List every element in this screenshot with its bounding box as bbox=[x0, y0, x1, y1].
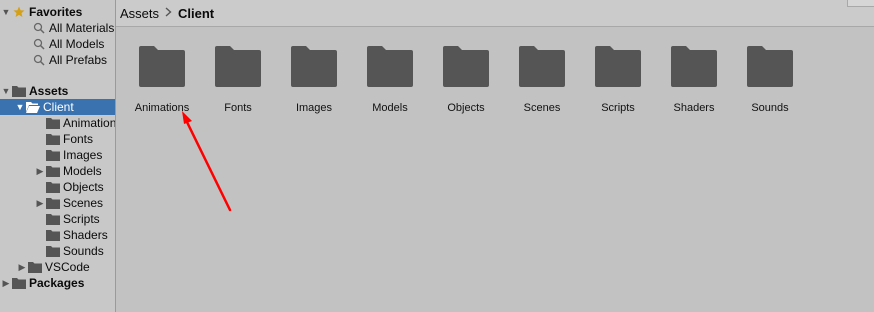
folder-icon bbox=[46, 197, 60, 209]
favorites-label: Favorites bbox=[29, 5, 83, 19]
favorite-all-prefabs[interactable]: All Prefabs bbox=[0, 52, 115, 68]
folder-icon bbox=[46, 213, 60, 225]
folder-icon bbox=[46, 229, 60, 241]
tree-item-vscode[interactable]: ▶ VSCode bbox=[0, 259, 115, 275]
folder-icon bbox=[28, 261, 42, 273]
folder-tile-fonts[interactable]: Fonts bbox=[200, 45, 276, 125]
tree-item-objects[interactable]: Objects bbox=[0, 179, 115, 195]
star-icon bbox=[12, 6, 26, 18]
tree-item-scripts[interactable]: Scripts bbox=[0, 211, 115, 227]
collapse-arrow-icon[interactable]: ▶ bbox=[34, 166, 46, 177]
open-folder-icon bbox=[26, 101, 40, 113]
folder-tile-animations[interactable]: Animations bbox=[124, 45, 200, 125]
breadcrumb-client[interactable]: Client bbox=[178, 6, 214, 21]
folder-icon bbox=[46, 165, 60, 177]
folder-icon bbox=[747, 46, 793, 87]
breadcrumb-assets[interactable]: Assets bbox=[120, 6, 159, 21]
search-icon bbox=[32, 38, 46, 50]
folder-tile-shaders[interactable]: Shaders bbox=[656, 45, 732, 125]
folder-icon bbox=[46, 149, 60, 161]
folder-icon bbox=[139, 46, 185, 87]
chevron-right-icon bbox=[165, 6, 172, 20]
breadcrumb: Assets Client bbox=[116, 0, 874, 27]
folder-tile-models[interactable]: Models bbox=[352, 45, 428, 125]
folder-icon bbox=[519, 46, 565, 87]
expand-arrow-icon[interactable]: ▼ bbox=[0, 7, 12, 17]
tree-item-images[interactable]: Images bbox=[0, 147, 115, 163]
tree-item-packages[interactable]: ▶ Packages bbox=[0, 275, 115, 291]
folder-tile-sounds[interactable]: Sounds bbox=[732, 45, 808, 125]
favorites-header[interactable]: ▼ Favorites bbox=[0, 4, 115, 20]
folder-icon bbox=[291, 46, 337, 87]
folder-tile-images[interactable]: Images bbox=[276, 45, 352, 125]
folder-icon bbox=[443, 46, 489, 87]
folder-icon bbox=[595, 46, 641, 87]
collapse-arrow-icon[interactable]: ▶ bbox=[34, 198, 46, 209]
folder-tile-scripts[interactable]: Scripts bbox=[580, 45, 656, 125]
folder-icon bbox=[12, 277, 26, 289]
folder-icon bbox=[46, 245, 60, 257]
collapse-arrow-icon[interactable]: ▶ bbox=[16, 262, 28, 273]
tree-item-fonts[interactable]: Fonts bbox=[0, 131, 115, 147]
folder-icon bbox=[671, 46, 717, 87]
expand-arrow-icon[interactable]: ▼ bbox=[14, 102, 26, 112]
search-icon bbox=[32, 22, 46, 34]
tree-item-client[interactable]: ▼ Client bbox=[0, 99, 115, 115]
tree-item-shaders[interactable]: Shaders bbox=[0, 227, 115, 243]
folder-grid: Animations Fonts Images Models Objects S… bbox=[116, 27, 874, 312]
folder-icon bbox=[46, 181, 60, 193]
folder-tile-objects[interactable]: Objects bbox=[428, 45, 504, 125]
folder-tile-scenes[interactable]: Scenes bbox=[504, 45, 580, 125]
tree-item-scenes[interactable]: ▶ Scenes bbox=[0, 195, 115, 211]
folder-icon bbox=[46, 117, 60, 129]
expand-arrow-icon[interactable]: ▼ bbox=[0, 86, 12, 96]
header-panel-edge bbox=[847, 0, 874, 7]
folder-icon bbox=[215, 46, 261, 87]
collapse-arrow-icon[interactable]: ▶ bbox=[0, 278, 12, 289]
folder-icon bbox=[367, 46, 413, 87]
tree-item-animations[interactable]: Animations bbox=[0, 115, 115, 131]
favorite-all-models[interactable]: All Models bbox=[0, 36, 115, 52]
favorite-all-materials[interactable]: All Materials bbox=[0, 20, 115, 36]
tree-item-models[interactable]: ▶ Models bbox=[0, 163, 115, 179]
folder-icon bbox=[46, 133, 60, 145]
tree-item-sounds[interactable]: Sounds bbox=[0, 243, 115, 259]
project-sidebar: ▼ Favorites All Materials All Models All… bbox=[0, 0, 116, 312]
tree-item-assets[interactable]: ▼ Assets bbox=[0, 83, 115, 99]
search-icon bbox=[32, 54, 46, 66]
folder-icon bbox=[12, 85, 26, 97]
